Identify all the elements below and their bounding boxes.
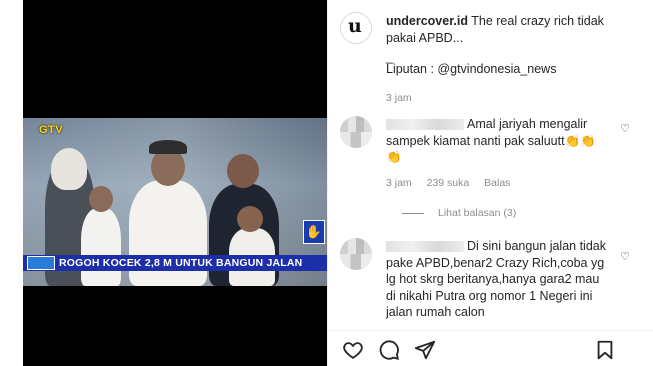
avatar[interactable]: u: [340, 12, 372, 44]
comment-body: Amal jariyah mengalir sampek kiamat nant…: [386, 116, 608, 166]
video-player[interactable]: GTV ✋ ROGOH KOCEK 2,8 M UNTUK BANGUN JAL…: [23, 0, 327, 366]
post-details-panel: u undercover.id The real crazy rich tida…: [327, 0, 653, 366]
caption-line: pakai APBD...: [386, 31, 464, 45]
action-bar: [328, 330, 653, 366]
comment-item: Amal jariyah mengalir sampek kiamat nant…: [340, 116, 640, 219]
comment-username[interactable]: [386, 241, 464, 253]
divider: [402, 212, 424, 214]
caption-text: undercover.id The real crazy rich tidak …: [386, 13, 636, 78]
comment-item: Di sini bangun jalan tidak pake APBD,ben…: [340, 238, 640, 328]
avatar-letter: u: [348, 15, 362, 37]
post-timestamp: 3 jam: [386, 92, 412, 104]
person-figure: [227, 154, 259, 188]
view-replies-button[interactable]: Lihat balasan (3): [402, 207, 516, 219]
person-figure: [89, 186, 113, 212]
caption-line: The real crazy rich tidak: [471, 14, 604, 28]
share-icon[interactable]: [414, 339, 436, 361]
person-figure: [149, 140, 187, 154]
heart-icon[interactable]: ♡: [620, 122, 630, 135]
comment-likes[interactable]: 239 suka: [427, 177, 470, 189]
sign-language-icon: ✋: [303, 220, 325, 244]
news-ticker: ROGOH KOCEK 2,8 M UNTUK BANGUN JALAN: [23, 255, 327, 271]
bookmark-icon[interactable]: [594, 339, 616, 361]
heart-icon[interactable]: [342, 339, 364, 361]
caption-dash: _: [386, 50, 393, 64]
person-figure: [81, 208, 121, 286]
person-figure: [51, 148, 87, 190]
avatar[interactable]: [340, 238, 372, 270]
person-figure: [237, 206, 263, 232]
video-frame[interactable]: GTV ✋ ROGOH KOCEK 2,8 M UNTUK BANGUN JAL…: [23, 118, 327, 286]
ticker-tag: [27, 256, 55, 270]
post-username[interactable]: undercover.id: [386, 14, 468, 28]
comment-meta: 3 jam 239 suka Balas: [386, 177, 522, 189]
heart-icon[interactable]: ♡: [620, 250, 630, 263]
ticker-text: ROGOH KOCEK 2,8 M UNTUK BANGUN JALAN: [59, 257, 303, 269]
channel-logo: GTV: [39, 124, 64, 136]
comment-timestamp: 3 jam: [386, 177, 412, 189]
comment-body: Di sini bangun jalan tidak pake APBD,ben…: [386, 238, 608, 321]
caption-source[interactable]: Liputan : @gtvindonesia_news: [386, 61, 636, 78]
comment-username[interactable]: [386, 119, 464, 131]
comment-icon[interactable]: [378, 339, 400, 361]
avatar[interactable]: [340, 116, 372, 148]
view-replies-label: Lihat balasan (3): [438, 207, 517, 219]
reply-button[interactable]: Balas: [484, 177, 510, 189]
